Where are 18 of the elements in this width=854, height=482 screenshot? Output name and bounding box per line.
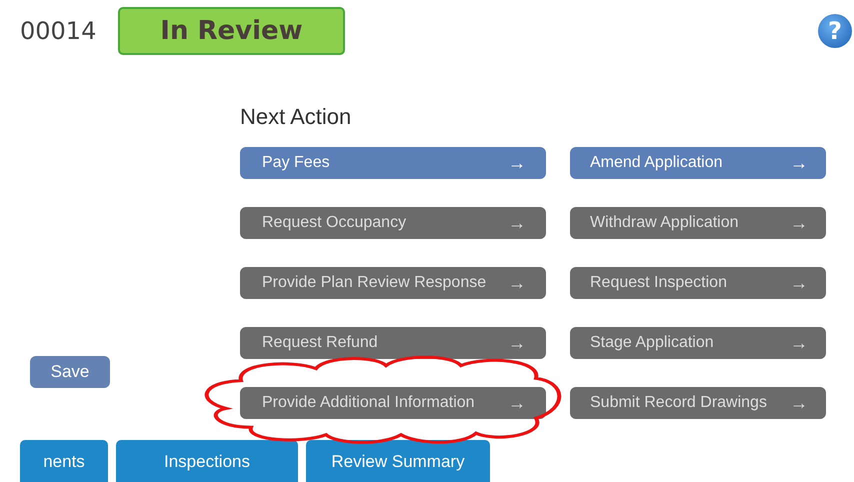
action-button[interactable]: Stage Application → <box>570 327 826 359</box>
tab[interactable]: Review Summary <box>306 440 490 482</box>
action-button[interactable]: Submit Record Drawings → <box>570 387 826 419</box>
section-title: Next Action <box>240 104 352 131</box>
tab[interactable]: nents <box>20 440 108 482</box>
action-button[interactable]: Amend Application → <box>570 147 826 179</box>
action-button[interactable]: Withdraw Application → <box>570 207 826 239</box>
help-icon[interactable]: ? <box>818 14 852 48</box>
action-button[interactable]: Provide Additional Information → <box>240 387 546 419</box>
action-button[interactable]: Request Inspection → <box>570 267 826 299</box>
action-button[interactable]: Request Occupancy → <box>240 207 546 239</box>
action-button[interactable]: Request Refund → <box>240 327 546 359</box>
status-badge: In Review <box>118 7 345 55</box>
save-button[interactable]: Save <box>30 356 110 388</box>
record-number: 00014 <box>20 17 98 45</box>
action-button[interactable]: Pay Fees → <box>240 147 546 179</box>
tab[interactable]: Inspections <box>116 440 298 482</box>
action-button[interactable]: Provide Plan Review Response → <box>240 267 546 299</box>
